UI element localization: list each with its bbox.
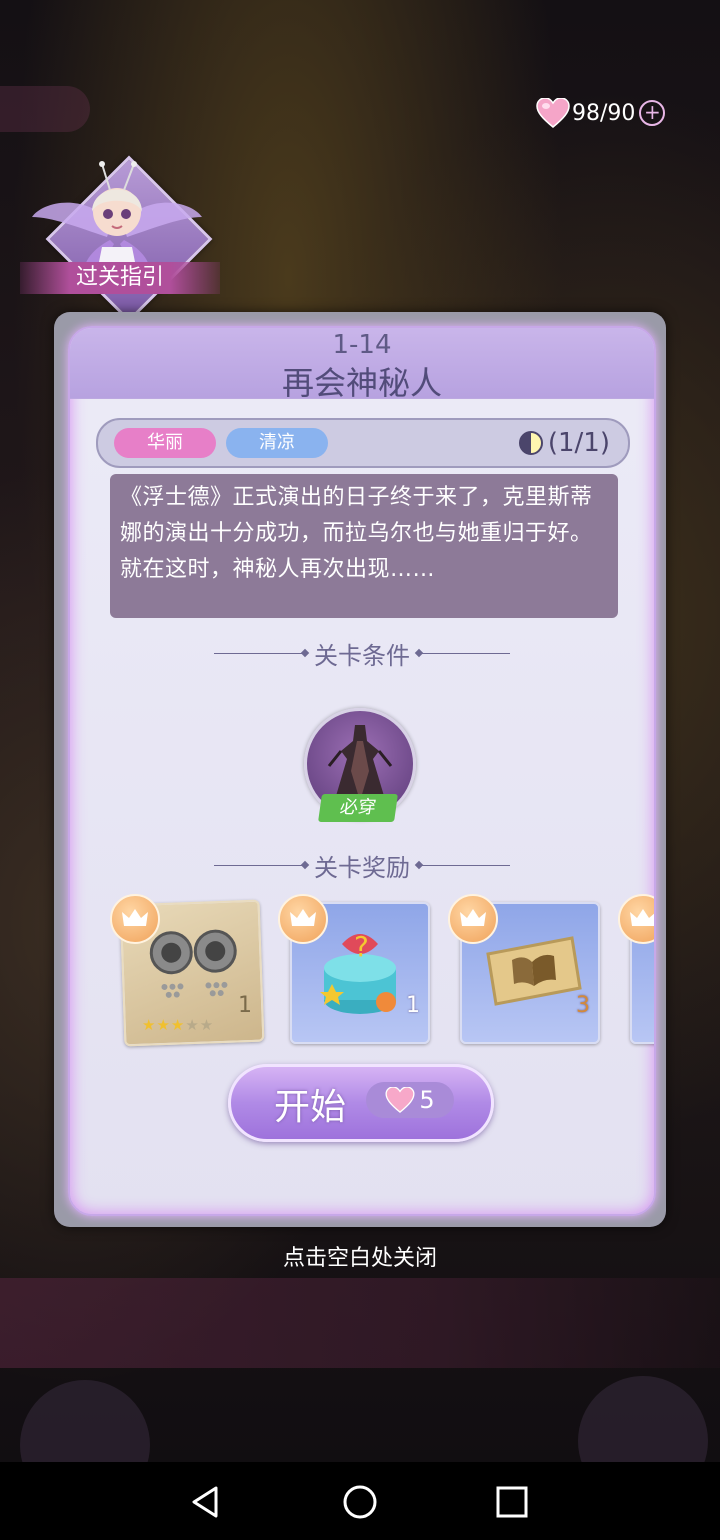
stage-dialog: 1-14 再会神秘人 华丽 清凉 (1/1) 《浮士德》正式演出的日子终于来了，… [68,326,656,1216]
heart-icon [385,1087,415,1113]
dialog-header: 1-14 再会神秘人 [70,328,654,402]
crown-icon [278,894,328,944]
heart-icon [536,98,570,128]
hearts-value: 98/90 [572,100,636,126]
style-tag-gorgeous: 华丽 [114,428,216,458]
pass-guide-button[interactable]: 过关指引 [20,150,220,323]
reward-item-partial[interactable] [618,894,654,1044]
conditions-title: 关卡条件 [314,641,410,670]
back-icon[interactable] [186,1482,226,1522]
start-button[interactable]: 开始 5 [228,1064,494,1142]
reward-item[interactable]: 3 [448,894,600,1044]
home-icon[interactable] [340,1482,380,1522]
plus-icon[interactable]: + [639,100,666,126]
stage-tag-bar: 华丽 清凉 (1/1) [96,418,630,468]
close-hint[interactable]: 点击空白处关闭 [0,1240,720,1272]
rewards-title: 关卡奖励 [314,853,410,882]
stage-story: 《浮士德》正式演出的日子终于来了，克里斯蒂娜的演出十分成功，而拉乌尔也与她重归于… [110,474,618,618]
reward-item[interactable]: 1 ★★★★★ [110,894,265,1047]
recents-icon[interactable] [492,1482,532,1522]
reward-count: 3 [576,993,590,1018]
start-button-bg [228,1064,494,1142]
svg-text:?: ? [354,930,369,963]
crown-icon [110,894,160,944]
start-cost: 5 [366,1082,454,1118]
reward-item[interactable]: ? 1 [278,894,430,1044]
attempts-indicator: (1/1) [518,426,610,460]
crown-icon [448,894,498,944]
conditions-heading: 关卡条件 [70,638,654,670]
moon-icon [518,431,543,455]
reward-count: 1 [406,993,420,1018]
start-cost-value: 5 [419,1086,435,1114]
stage-number: 1-14 [332,330,392,360]
system-navigation-bar [0,1462,720,1540]
style-tag-cool: 清凉 [226,428,328,458]
rewards-heading: 关卡奖励 [70,850,654,882]
background-banner [0,1278,720,1368]
attempts-text: (1/1) [547,428,610,458]
star-rating: ★★★★★ [142,1016,215,1034]
stage-title: 再会神秘人 [281,364,442,402]
start-label: 开始 [274,1087,347,1128]
hearts-counter: 98/90 + [536,96,666,130]
required-item[interactable]: 必穿 [300,704,420,834]
reward-count: 1 [238,993,252,1018]
must-wear-badge: 必穿 [318,794,398,822]
guide-label: 过关指引 [20,262,220,294]
crown-icon [618,894,654,944]
